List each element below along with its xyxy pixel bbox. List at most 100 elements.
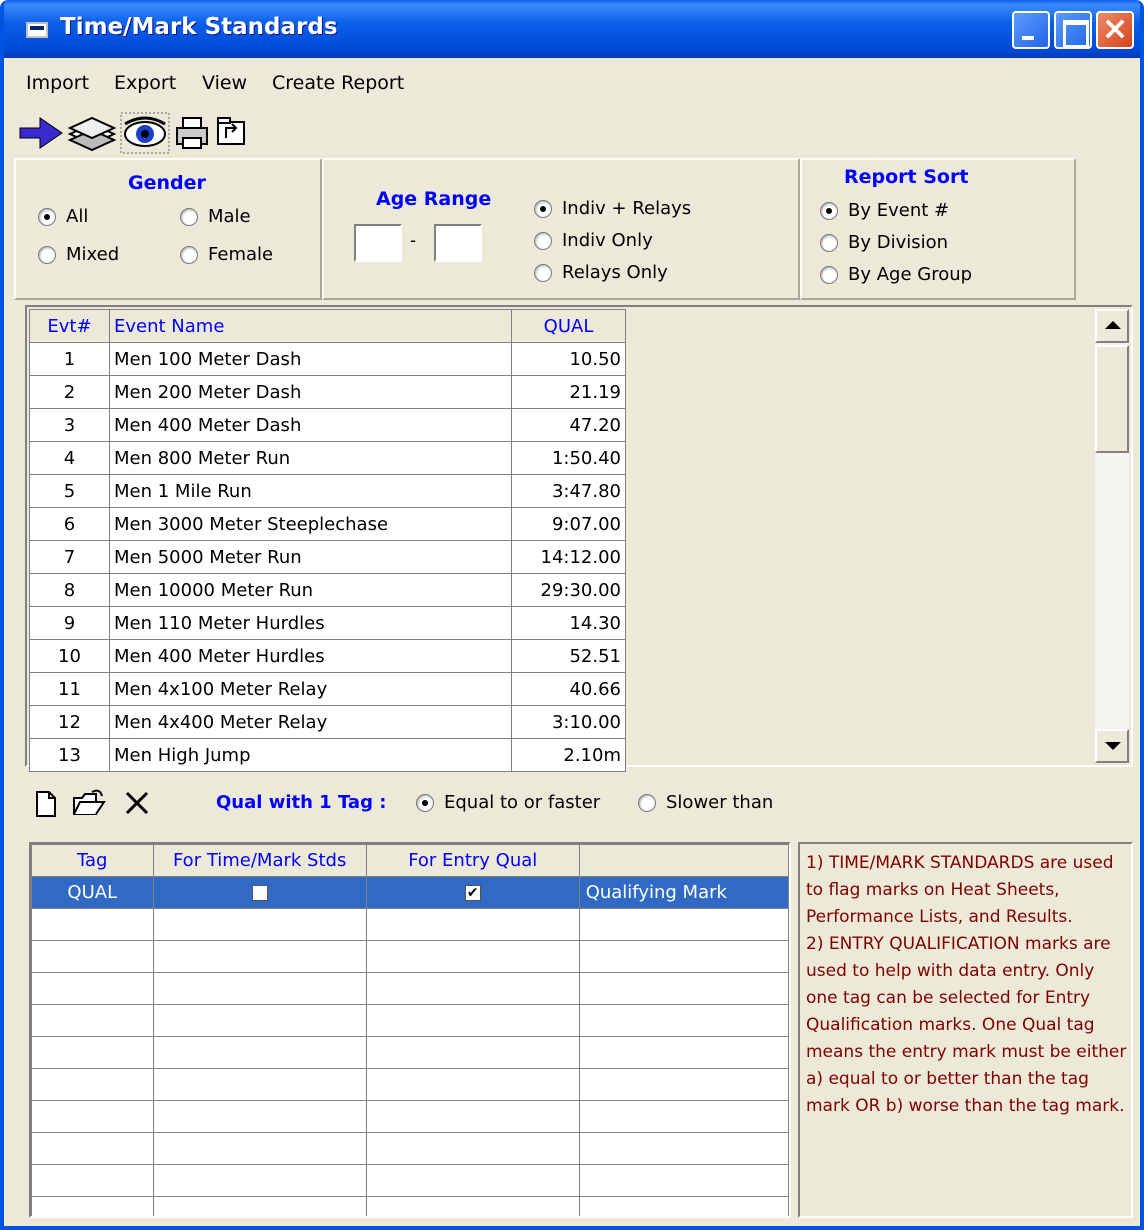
empty-cell[interactable] xyxy=(31,1196,154,1216)
empty-cell[interactable] xyxy=(578,1004,789,1037)
event-number[interactable]: 8 xyxy=(29,573,110,607)
empty-cell[interactable] xyxy=(152,1004,367,1037)
event-name[interactable]: Men 4x400 Meter Relay xyxy=(109,705,512,739)
header-description[interactable] xyxy=(578,844,789,877)
empty-cell[interactable] xyxy=(365,1036,580,1069)
empty-cell[interactable] xyxy=(578,1164,789,1197)
event-number[interactable]: 13 xyxy=(29,738,110,772)
event-number[interactable]: 12 xyxy=(29,705,110,739)
event-number[interactable]: 2 xyxy=(29,375,110,409)
empty-cell[interactable] xyxy=(578,908,789,941)
eye-icon[interactable] xyxy=(120,112,170,154)
event-number[interactable]: 3 xyxy=(29,408,110,442)
indiv-only-radio[interactable]: Indiv Only xyxy=(534,230,653,251)
table-row[interactable] xyxy=(31,940,789,973)
event-qual-mark[interactable]: 40.66 xyxy=(511,672,626,706)
event-name[interactable]: Men 1 Mile Run xyxy=(109,474,512,508)
event-name[interactable]: Men 110 Meter Hurdles xyxy=(109,606,512,640)
event-qual-mark[interactable]: 14.30 xyxy=(511,606,626,640)
empty-cell[interactable] xyxy=(31,1068,154,1101)
minimize-button[interactable] xyxy=(1012,11,1050,49)
delete-icon[interactable] xyxy=(124,790,150,816)
event-name[interactable]: Men 10000 Meter Run xyxy=(109,573,512,607)
header-tag[interactable]: Tag xyxy=(31,844,154,877)
event-number[interactable]: 1 xyxy=(29,342,110,376)
title-bar[interactable]: Time/Mark Standards × xyxy=(4,0,1140,58)
empty-cell[interactable] xyxy=(152,972,367,1005)
empty-cell[interactable] xyxy=(365,1004,580,1037)
event-number[interactable]: 6 xyxy=(29,507,110,541)
empty-cell[interactable] xyxy=(578,1196,789,1216)
tag-description[interactable]: Qualifying Mark xyxy=(578,876,789,909)
event-qual-mark[interactable]: 2.10m xyxy=(511,738,626,772)
empty-cell[interactable] xyxy=(365,972,580,1005)
entry-qual-checkbox[interactable]: ✔ xyxy=(464,885,481,901)
open-folder-icon[interactable] xyxy=(72,788,106,818)
event-name[interactable]: Men 200 Meter Dash xyxy=(109,375,512,409)
empty-cell[interactable] xyxy=(152,1100,367,1133)
scroll-thumb[interactable] xyxy=(1095,345,1129,453)
equal-or-faster-radio[interactable]: Equal to or faster xyxy=(416,792,600,813)
table-row[interactable]: 12 Men 4x400 Meter Relay 3:10.00 xyxy=(29,705,626,739)
event-number[interactable]: 11 xyxy=(29,672,110,706)
empty-cell[interactable] xyxy=(365,940,580,973)
event-qual-mark[interactable]: 3:47.80 xyxy=(511,474,626,508)
empty-cell[interactable] xyxy=(365,1132,580,1165)
table-row[interactable]: 10 Men 400 Meter Hurdles 52.51 xyxy=(29,639,626,673)
gender-mixed-radio[interactable]: Mixed xyxy=(38,244,119,265)
scroll-down-button[interactable] xyxy=(1095,729,1129,763)
empty-cell[interactable] xyxy=(365,1100,580,1133)
events-scrollbar[interactable] xyxy=(1095,309,1129,763)
empty-cell[interactable] xyxy=(152,940,367,973)
empty-cell[interactable] xyxy=(578,940,789,973)
table-row[interactable] xyxy=(31,908,789,941)
event-number[interactable]: 4 xyxy=(29,441,110,475)
table-row[interactable] xyxy=(31,1004,789,1037)
age-from-input[interactable] xyxy=(354,224,402,262)
scroll-up-button[interactable] xyxy=(1095,309,1129,343)
table-row[interactable]: 6 Men 3000 Meter Steeplechase 9:07.00 xyxy=(29,507,626,541)
header-event-name[interactable]: Event Name xyxy=(109,309,512,343)
table-row[interactable]: 4 Men 800 Meter Run 1:50.40 xyxy=(29,441,626,475)
table-row[interactable] xyxy=(31,1164,789,1197)
close-button[interactable]: × xyxy=(1096,9,1134,49)
event-qual-mark[interactable]: 10.50 xyxy=(511,342,626,376)
table-row[interactable]: 2 Men 200 Meter Dash 21.19 xyxy=(29,375,626,409)
empty-cell[interactable] xyxy=(152,1132,367,1165)
empty-cell[interactable] xyxy=(365,908,580,941)
event-qual-mark[interactable]: 47.20 xyxy=(511,408,626,442)
empty-cell[interactable] xyxy=(578,1100,789,1133)
sort-by-division-radio[interactable]: By Division xyxy=(820,232,948,253)
empty-cell[interactable] xyxy=(31,1164,154,1197)
event-name[interactable]: Men 400 Meter Dash xyxy=(109,408,512,442)
table-row[interactable]: 9 Men 110 Meter Hurdles 14.30 xyxy=(29,606,626,640)
empty-cell[interactable] xyxy=(31,972,154,1005)
event-number[interactable]: 9 xyxy=(29,606,110,640)
event-number[interactable]: 7 xyxy=(29,540,110,574)
menu-import[interactable]: Import xyxy=(26,72,89,94)
table-row[interactable]: 8 Men 10000 Meter Run 29:30.00 xyxy=(29,573,626,607)
table-row[interactable] xyxy=(31,1036,789,1069)
gender-all-radio[interactable]: All xyxy=(38,206,88,227)
printer-icon[interactable] xyxy=(174,112,212,154)
empty-cell[interactable] xyxy=(31,1036,154,1069)
event-name[interactable]: Men 4x100 Meter Relay xyxy=(109,672,512,706)
sort-by-event-radio[interactable]: By Event # xyxy=(820,200,949,221)
event-qual-mark[interactable]: 3:10.00 xyxy=(511,705,626,739)
empty-cell[interactable] xyxy=(31,1100,154,1133)
empty-cell[interactable] xyxy=(31,908,154,941)
menu-view[interactable]: View xyxy=(202,72,247,94)
empty-cell[interactable] xyxy=(152,1068,367,1101)
event-number[interactable]: 5 xyxy=(29,474,110,508)
event-qual-mark[interactable]: 29:30.00 xyxy=(511,573,626,607)
table-row[interactable]: 3 Men 400 Meter Dash 47.20 xyxy=(29,408,626,442)
table-row[interactable] xyxy=(31,1132,789,1165)
event-name[interactable]: Men 100 Meter Dash xyxy=(109,342,512,376)
event-qual-mark[interactable]: 1:50.40 xyxy=(511,441,626,475)
empty-cell[interactable] xyxy=(365,1068,580,1101)
sort-by-age-group-radio[interactable]: By Age Group xyxy=(820,264,972,285)
table-row[interactable]: QUAL ✔ Qualifying Mark xyxy=(31,876,789,909)
time-mark-std-checkbox[interactable] xyxy=(251,885,268,901)
gender-male-radio[interactable]: Male xyxy=(180,206,251,227)
empty-cell[interactable] xyxy=(152,908,367,941)
